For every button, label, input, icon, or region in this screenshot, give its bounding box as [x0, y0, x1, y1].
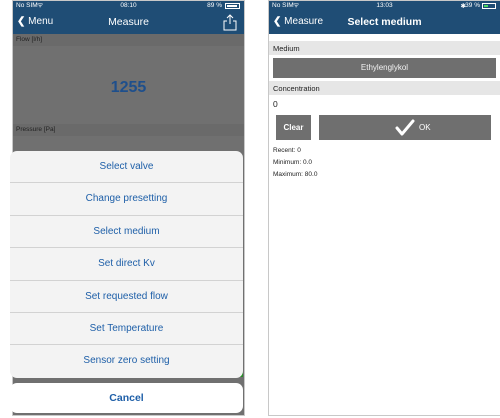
action-sensor-zero-setting[interactable]: Sensor zero setting — [10, 345, 243, 377]
navigation-bar: ❮ Measure Select medium — [269, 12, 500, 34]
header: No SIM ᯤ 13:03 ✱ 39 % ❮ Measure Select m… — [269, 1, 500, 34]
ok-button[interactable]: OK — [319, 115, 491, 140]
select-medium-screen: No SIM ᯤ 13:03 ✱ 39 % ❮ Measure Select m… — [268, 0, 500, 416]
flow-label: Flow [l/h] — [13, 34, 244, 46]
battery-percent: 39 % — [465, 2, 480, 9]
medium-selector[interactable]: Ethylenglykol — [273, 58, 496, 78]
action-set-direct-kv[interactable]: Set direct Kv — [10, 248, 243, 281]
action-sheet: Select valve Change presetting Select me… — [10, 151, 243, 378]
header: No SIM ᯤ 08:10 89 % ❮ Menu Measure — [13, 1, 244, 34]
action-set-temperature[interactable]: Set Temperature — [10, 313, 243, 346]
clear-button[interactable]: Clear — [276, 115, 311, 140]
maximum-value: Maximum: 80.0 — [273, 171, 318, 178]
page-title: Select medium — [347, 16, 422, 28]
battery-icon — [225, 3, 240, 9]
action-set-requested-flow[interactable]: Set requested flow — [10, 281, 243, 313]
flow-value: 1255 — [110, 79, 147, 96]
action-select-medium[interactable]: Select medium — [10, 216, 243, 249]
recent-value: Recent: 0 — [273, 147, 301, 154]
share-icon[interactable] — [222, 14, 238, 31]
cancel-button[interactable]: Cancel — [10, 383, 243, 413]
minimum-value: Minimum: 0.0 — [273, 159, 313, 166]
navigation-bar: ❮ Menu Measure — [13, 12, 244, 34]
action-change-presetting[interactable]: Change presetting — [10, 183, 243, 216]
concentration-input[interactable]: 0 — [273, 99, 278, 109]
ok-label: OK — [419, 123, 431, 132]
battery-icon — [482, 3, 496, 9]
action-select-valve[interactable]: Select valve — [10, 151, 243, 184]
page-title: Measure — [108, 16, 149, 28]
checkmark-icon — [395, 119, 415, 136]
medium-label: Medium — [269, 41, 500, 55]
battery-percent: 89 % — [207, 2, 222, 9]
status-bar: No SIM ᯤ 08:10 89 % — [13, 1, 244, 12]
status-bar: No SIM ᯤ 13:03 ✱ 39 % — [269, 1, 500, 12]
pressure-label: Pressure [Pa] — [13, 124, 244, 136]
concentration-label: Concentration — [269, 81, 500, 95]
